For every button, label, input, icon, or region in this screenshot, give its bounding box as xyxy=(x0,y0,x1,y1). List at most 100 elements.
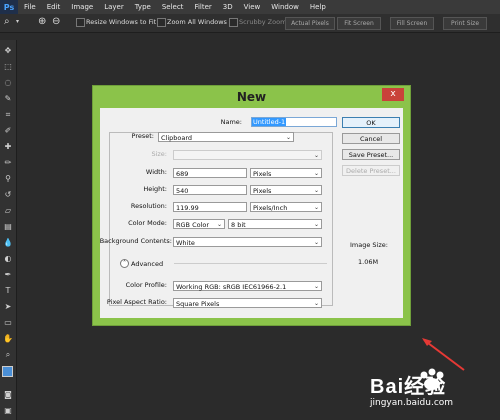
menu-bar: Ps File Edit Image Layer Type Select Fil… xyxy=(0,0,500,14)
color-profile-value: Working RGB: sRGB IEC61966-2.1 xyxy=(176,283,287,291)
advanced-toggle-icon[interactable]: ˄ xyxy=(120,259,129,268)
dialog-title: New xyxy=(236,90,267,104)
quick-select-tool-icon[interactable]: ✎ xyxy=(3,94,13,103)
resize-windows-checkbox[interactable] xyxy=(76,18,85,27)
stamp-tool-icon[interactable]: ⚲ xyxy=(3,174,13,183)
resize-windows-label: Resize Windows to Fit xyxy=(86,18,157,26)
menu-3d[interactable]: 3D xyxy=(223,3,233,11)
advanced-divider xyxy=(174,263,327,264)
print-size-button[interactable]: Print Size xyxy=(443,17,487,30)
resolution-input[interactable]: 119.99 xyxy=(173,202,247,212)
chevron-down-icon: ⌄ xyxy=(313,221,319,228)
preset-value: Clipboard xyxy=(161,134,193,142)
resolution-unit-value: Pixels/Inch xyxy=(253,204,288,212)
options-bar: ⌕ ▾ ⊕ ⊖ Resize Windows to Fit Zoom All W… xyxy=(0,14,500,33)
menu-image[interactable]: Image xyxy=(71,3,93,11)
shape-tool-icon[interactable]: ▭ xyxy=(3,318,13,327)
blur-tool-icon[interactable]: 💧 xyxy=(3,238,13,247)
advanced-label: Advanced xyxy=(131,260,164,268)
chevron-down-icon: ⌄ xyxy=(313,204,319,211)
chevron-down-icon: ⌄ xyxy=(313,187,319,194)
color-mode-label: Color Mode: xyxy=(128,219,167,227)
brush-tool-icon[interactable]: ✏ xyxy=(3,158,13,167)
pixel-aspect-ratio-label: Pixel Aspect Ratio: xyxy=(106,298,167,306)
menu-help[interactable]: Help xyxy=(310,3,326,11)
close-button[interactable]: x xyxy=(382,88,404,101)
fit-screen-button[interactable]: Fit Screen xyxy=(337,17,381,30)
pixel-aspect-ratio-select[interactable]: Square Pixels ⌄ xyxy=(173,298,322,308)
chevron-down-icon: ⌄ xyxy=(313,170,319,177)
hand-tool-icon[interactable]: ✋ xyxy=(3,334,13,343)
zoom-tool-panel-icon[interactable]: ⌕ xyxy=(3,350,13,359)
quick-mask-icon[interactable]: ◙ xyxy=(3,390,13,399)
background-contents-value: White xyxy=(176,239,195,247)
path-select-tool-icon[interactable]: ➤ xyxy=(3,302,13,311)
type-tool-icon[interactable]: T xyxy=(3,286,13,295)
height-input[interactable]: 540 xyxy=(173,185,247,195)
width-label: Width: xyxy=(145,168,167,176)
chevron-down-icon: ⌄ xyxy=(313,239,319,246)
size-select[interactable]: ⌄ xyxy=(173,150,322,160)
width-unit-select[interactable]: Pixels ⌄ xyxy=(250,168,322,178)
bit-depth-value: 8 bit xyxy=(231,221,246,229)
menu-edit[interactable]: Edit xyxy=(47,3,61,11)
menu-select[interactable]: Select xyxy=(162,3,184,11)
marquee-tool-icon[interactable]: ⬚ xyxy=(3,62,13,71)
zoom-in-icon[interactable]: ⊕ xyxy=(38,16,46,27)
lasso-tool-icon[interactable]: ◌ xyxy=(3,78,13,87)
screen-mode-icon[interactable]: ▣ xyxy=(3,406,13,415)
fill-screen-button[interactable]: Fill Screen xyxy=(390,17,434,30)
chevron-down-icon: ⌄ xyxy=(285,134,291,141)
zoom-tool-icon[interactable]: ⌕ xyxy=(4,16,10,27)
width-input[interactable]: 689 xyxy=(173,168,247,178)
menu-view[interactable]: View xyxy=(244,3,261,11)
preset-label: Preset: xyxy=(131,132,154,140)
height-unit-value: Pixels xyxy=(253,187,272,195)
delete-preset-button[interactable]: Delete Preset... xyxy=(342,165,400,176)
bit-depth-select[interactable]: 8 bit ⌄ xyxy=(228,219,322,229)
height-label: Height: xyxy=(143,185,167,193)
menu-window[interactable]: Window xyxy=(271,3,299,11)
foreground-color-swatch[interactable] xyxy=(2,366,13,377)
eraser-tool-icon[interactable]: ▱ xyxy=(3,206,13,215)
scrubby-zoom-label: Scrubby Zoom xyxy=(239,18,287,26)
height-unit-select[interactable]: Pixels ⌄ xyxy=(250,185,322,195)
chevron-down-icon: ⌄ xyxy=(313,152,319,159)
background-contents-select[interactable]: White ⌄ xyxy=(173,237,322,247)
cancel-button[interactable]: Cancel xyxy=(342,133,400,144)
size-label: Size: xyxy=(151,150,167,158)
history-brush-tool-icon[interactable]: ↺ xyxy=(3,190,13,199)
tool-preset-chevron-icon[interactable]: ▾ xyxy=(16,18,19,25)
pen-tool-icon[interactable]: ✒ xyxy=(3,270,13,279)
dodge-tool-icon[interactable]: ◐ xyxy=(3,254,13,263)
watermark-text: Bai经验 xyxy=(370,376,447,398)
scrubby-zoom-checkbox[interactable] xyxy=(229,18,238,27)
width-unit-value: Pixels xyxy=(253,170,272,178)
menu-file[interactable]: File xyxy=(24,3,36,11)
zoom-all-checkbox[interactable] xyxy=(157,18,166,27)
eyedropper-tool-icon[interactable]: ✐ xyxy=(3,126,13,135)
healing-tool-icon[interactable]: ✚ xyxy=(3,142,13,151)
color-profile-select[interactable]: Working RGB: sRGB IEC61966-2.1 ⌄ xyxy=(173,281,322,291)
name-label: Name: xyxy=(220,118,242,126)
save-preset-button[interactable]: Save Preset... xyxy=(342,149,400,160)
crop-tool-icon[interactable]: ⌗ xyxy=(3,110,13,119)
pixel-aspect-ratio-value: Square Pixels xyxy=(176,300,220,308)
menu-type[interactable]: Type xyxy=(135,3,151,11)
color-mode-select[interactable]: RGB Color ⌄ xyxy=(173,219,225,229)
menu-layer[interactable]: Layer xyxy=(104,3,124,11)
menu-filter[interactable]: Filter xyxy=(194,3,211,11)
actual-pixels-button[interactable]: Actual Pixels xyxy=(285,17,335,30)
resolution-unit-select[interactable]: Pixels/Inch ⌄ xyxy=(250,202,322,212)
name-input[interactable]: Untitled-1 xyxy=(251,117,337,127)
gradient-tool-icon[interactable]: ▤ xyxy=(3,222,13,231)
baidu-watermark: Bai经验 jingyan.baidu.com xyxy=(360,365,500,415)
zoom-out-icon[interactable]: ⊖ xyxy=(52,16,60,27)
move-tool-icon[interactable]: ✥ xyxy=(3,46,13,55)
preset-select[interactable]: Clipboard ⌄ xyxy=(158,132,294,142)
image-size-label: Image Size: xyxy=(350,241,388,249)
photoshop-logo: Ps xyxy=(0,0,18,14)
image-size-value: 1.06M xyxy=(358,258,379,266)
watermark-url: jingyan.baidu.com xyxy=(370,398,454,408)
ok-button[interactable]: OK xyxy=(342,117,400,128)
